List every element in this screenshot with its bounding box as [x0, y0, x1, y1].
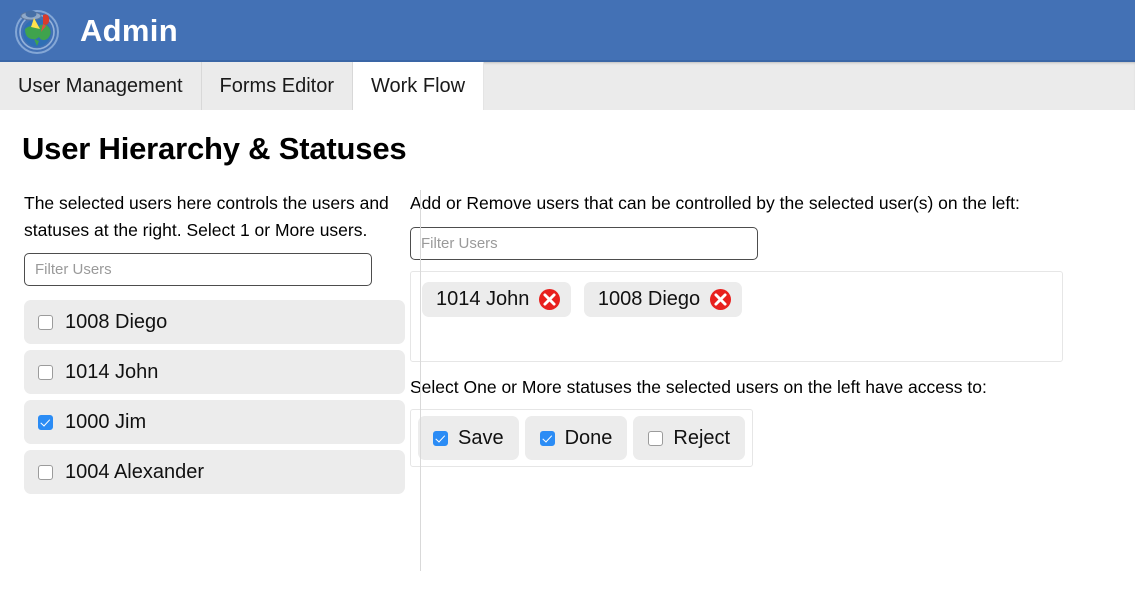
- left-panel: The selected users here controls the use…: [0, 190, 405, 500]
- tab-label: User Management: [18, 74, 183, 97]
- app-title: Admin: [80, 12, 178, 48]
- status-option-done[interactable]: Done: [524, 416, 628, 461]
- statuses-text: Select One or More statuses the selected…: [410, 376, 987, 397]
- status-checkbox[interactable]: [648, 430, 664, 446]
- left-helper-text: The selected users here controls the use…: [24, 193, 389, 240]
- remove-circle-icon[interactable]: [538, 288, 561, 311]
- tab-user-management[interactable]: User Management: [0, 62, 202, 110]
- status-label: Done: [564, 426, 613, 449]
- list-item[interactable]: 1004 Alexander: [24, 450, 405, 495]
- globe-satellite-pin-icon: [10, 3, 64, 57]
- user-chip[interactable]: 1014 John: [422, 281, 572, 317]
- user-chip[interactable]: 1008 Diego: [583, 281, 743, 317]
- user-checkbox[interactable]: [38, 464, 53, 480]
- tab-bar: User Management Forms Editor Work Flow: [0, 62, 1135, 110]
- user-checkbox[interactable]: [38, 414, 53, 430]
- controlled-users-text: Add or Remove users that can be controll…: [410, 193, 1020, 214]
- statuses-box: Save Done Reject: [410, 409, 754, 468]
- controlled-users-chip-box: 1014 John 1008 Diego: [410, 270, 1063, 362]
- tab-forms-editor[interactable]: Forms Editor: [201, 62, 353, 110]
- panel-divider: [420, 190, 421, 572]
- user-checkbox[interactable]: [38, 364, 53, 380]
- list-item-label: 1004 Alexander: [65, 460, 205, 483]
- chip-label: 1008 Diego: [597, 287, 701, 310]
- remove-circle-icon[interactable]: [709, 288, 732, 311]
- main-content: User Hierarchy & Statuses The selected u…: [0, 110, 1135, 572]
- chip-label: 1014 John: [436, 287, 530, 310]
- right-panel: Add or Remove users that can be controll…: [398, 190, 1135, 468]
- status-option-reject[interactable]: Reject: [633, 416, 746, 461]
- right-filter-users-input[interactable]: [410, 226, 758, 260]
- left-filter-users-input[interactable]: [24, 253, 372, 287]
- page-title: User Hierarchy & Statuses: [22, 131, 407, 166]
- list-item-label: 1008 Diego: [65, 310, 168, 333]
- status-label: Save: [458, 426, 504, 449]
- panels-container: The selected users here controls the use…: [0, 190, 1135, 572]
- status-label: Reject: [673, 426, 731, 449]
- user-list: 1008 Diego 1014 John 1000 Jim 1004 Alexa…: [24, 300, 405, 495]
- tab-work-flow[interactable]: Work Flow: [353, 62, 485, 110]
- list-item[interactable]: 1000 Jim: [24, 400, 405, 445]
- status-option-save[interactable]: Save: [418, 416, 519, 461]
- list-item[interactable]: 1008 Diego: [24, 300, 405, 345]
- user-checkbox[interactable]: [38, 314, 53, 330]
- app-header: Admin: [0, 0, 1135, 62]
- list-item-label: 1014 John: [65, 360, 159, 383]
- list-item[interactable]: 1014 John: [24, 350, 405, 395]
- status-checkbox[interactable]: [433, 430, 448, 446]
- tab-label: Forms Editor: [219, 74, 334, 97]
- status-checkbox[interactable]: [539, 430, 555, 446]
- list-item-label: 1000 Jim: [65, 410, 147, 433]
- tab-label: Work Flow: [371, 74, 466, 97]
